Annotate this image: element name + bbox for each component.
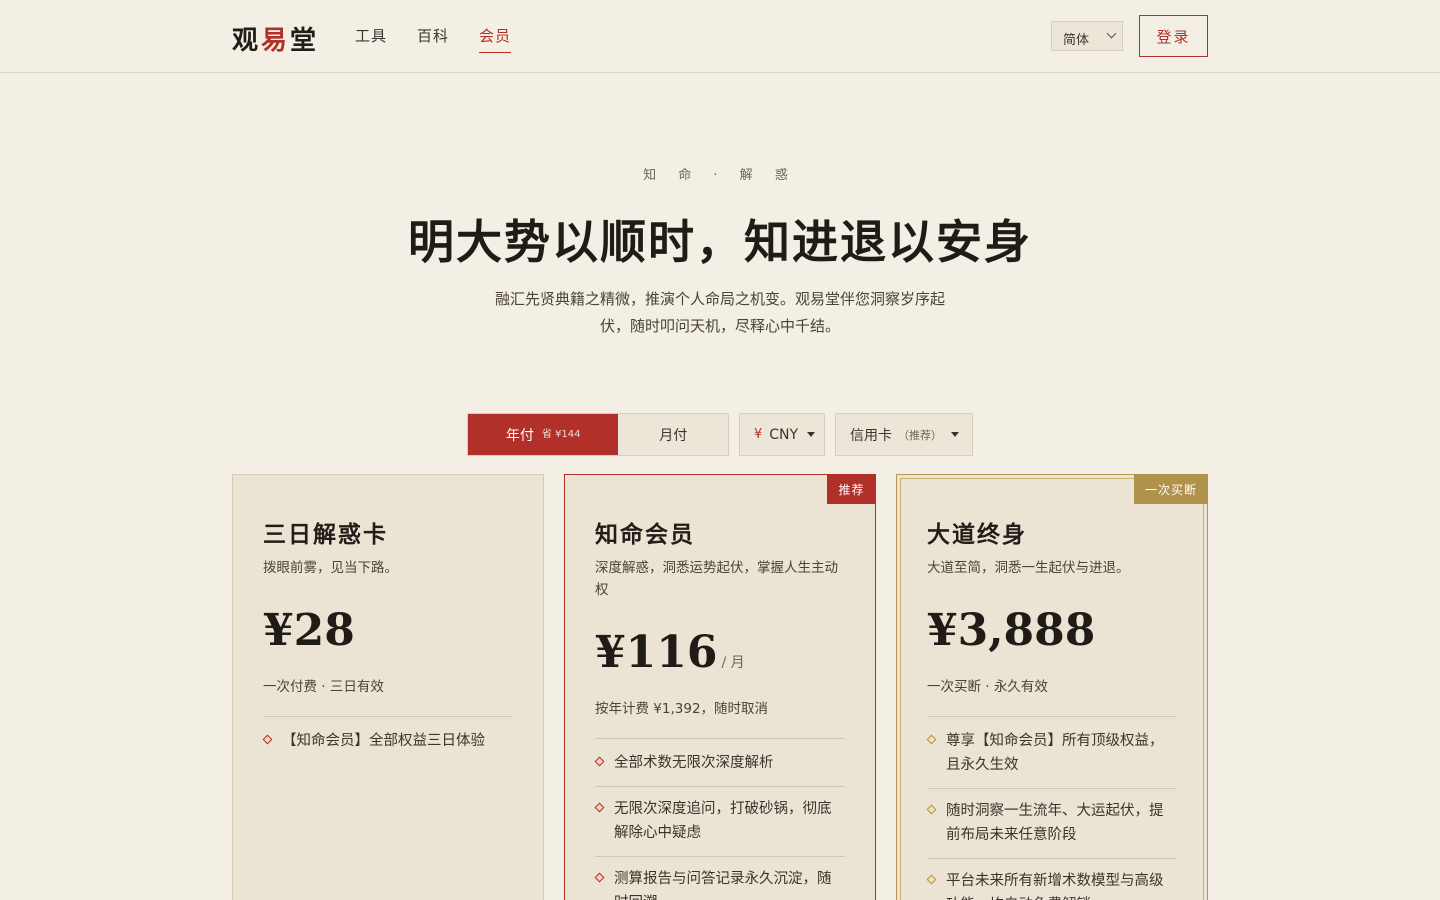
price-note: 一次买断 · 永久有效 (927, 679, 1048, 695)
login-button[interactable]: 登录 (1139, 15, 1208, 57)
plan-card-lifetime[interactable]: 一次买断 大道终身 大道至简，洞悉一生起伏与进退。 ¥3,888 一次买断 · … (896, 474, 1208, 900)
feature-item: 随时洞察一生流年、大运起伏，提前布局未来任意阶段 (926, 789, 1177, 859)
hero-title: 明大势以顺时，知进退以安身 (408, 215, 1032, 269)
plan-price: ¥116/ 月 (595, 627, 745, 678)
feature-text: 全部术数无限次深度解析 (614, 755, 774, 771)
feature-text: 尊享【知命会员】所有顶级权益，且永久生效 (946, 733, 1164, 773)
caret-down-icon (807, 432, 816, 437)
plan-desc: 大道至简，洞悉一生起伏与进退。 (927, 560, 1130, 576)
site-logo[interactable]: 观易堂 (232, 20, 319, 57)
plan-name: 三日解惑卡 (263, 521, 388, 548)
price-note: 按年计费 ¥1,392，随时取消 (595, 701, 769, 717)
main-nav: 工具 百科 会员 (355, 25, 512, 53)
plan-name: 大道终身 (927, 521, 1027, 548)
feature-text: 平台未来所有新增术数模型与高级功能，均自动免费解锁 (946, 873, 1164, 900)
diamond-bullet-icon (594, 872, 605, 883)
lifetime-badge: 一次买断 (1134, 474, 1208, 504)
feature-item: 尊享【知命会员】所有顶级权益，且永久生效 (926, 729, 1177, 789)
diamond-bullet-icon (594, 802, 605, 813)
plan-desc: 深度解惑，洞悉运势起伏，掌握人生主动权 (595, 560, 838, 598)
hero-subtitle: 融汇先贤典籍之精微，推演个人命局之机变。观易堂伴您洞察岁序起伏，随时叩问天机，尽… (495, 290, 946, 335)
feature-item: 【知命会员】全部权益三日体验 (262, 729, 513, 764)
billing-yearly-option[interactable]: 年付 省 ¥144 (468, 414, 619, 455)
currency-code: CNY (769, 426, 799, 443)
plan-card-trial[interactable]: 三日解惑卡 拨眼前雾，见当下路。 ¥28 一次付费 · 三日有效 【知命会员】全… (232, 474, 544, 900)
payment-method: 信用卡 (850, 427, 892, 444)
diamond-bullet-icon (926, 874, 937, 885)
price-note: 一次付费 · 三日有效 (263, 679, 384, 695)
feature-text: 随时洞察一生流年、大运起伏，提前布局未来任意阶段 (946, 803, 1164, 843)
currency-symbol: ¥ (754, 427, 763, 442)
price-value: ¥116 (595, 627, 718, 678)
card-divider (595, 738, 845, 739)
diamond-bullet-icon (926, 734, 937, 745)
billing-yearly-label: 年付 (505, 427, 534, 444)
billing-toggle: 年付 省 ¥144 月付 (467, 413, 729, 456)
nav-item-membership[interactable]: 会员 (479, 25, 512, 53)
plan-price: ¥3,888 (927, 605, 1095, 656)
feature-list: 尊享【知命会员】所有顶级权益，且永久生效 随时洞察一生流年、大运起伏，提前布局未… (926, 729, 1177, 900)
payment-hint: （推荐） (898, 428, 942, 442)
diamond-bullet-icon (594, 756, 605, 767)
nav-item-wiki[interactable]: 百科 (417, 25, 449, 53)
feature-item: 平台未来所有新增术数模型与高级功能，均自动免费解锁 (926, 859, 1177, 900)
card-divider (927, 716, 1177, 717)
site-header: 观易堂 工具 百科 会员 简体 登录 (0, 0, 1440, 73)
price-value: ¥3,888 (927, 605, 1096, 656)
feature-text: 测算报告与问答记录永久沉淀，随时回溯 (614, 871, 832, 900)
plan-desc: 拨眼前雾，见当下路。 (263, 560, 398, 576)
currency-select[interactable]: ¥ CNY (739, 413, 825, 456)
logo-char: 观 (232, 26, 262, 56)
feature-text: 无限次深度追问，打破砂锅，彻底解除心中疑虑 (614, 801, 832, 841)
nav-item-tools[interactable]: 工具 (355, 25, 387, 53)
price-unit: / 月 (721, 655, 745, 671)
hero-eyebrow: 知 命 · 解 惑 (643, 168, 797, 183)
price-value: ¥28 (263, 605, 355, 656)
plan-card-member[interactable]: 推荐 知命会员 深度解惑，洞悉运势起伏，掌握人生主动权 ¥116/ 月 按年计费… (564, 474, 876, 900)
payment-method-select[interactable]: 信用卡 （推荐） (835, 413, 973, 456)
plan-name: 知命会员 (595, 521, 695, 548)
caret-down-icon (951, 432, 959, 437)
card-divider (263, 716, 513, 717)
feature-item: 测算报告与问答记录永久沉淀，随时回溯 (594, 857, 845, 900)
feature-text: 【知命会员】全部权益三日体验 (282, 733, 485, 749)
feature-item: 全部术数无限次深度解析 (594, 751, 845, 787)
diamond-bullet-icon (262, 734, 273, 745)
logo-char-accent: 易 (261, 26, 291, 56)
billing-monthly-option[interactable]: 月付 (618, 414, 728, 455)
feature-list: 全部术数无限次深度解析 无限次深度追问，打破砂锅，彻底解除心中疑虑 测算报告与问… (594, 751, 845, 900)
diamond-bullet-icon (926, 804, 937, 815)
plan-price: ¥28 (263, 605, 355, 656)
recommended-badge: 推荐 (827, 474, 876, 504)
language-value: 简体 (1063, 33, 1090, 48)
logo-char: 堂 (290, 26, 320, 56)
yearly-save-badge: 省 ¥144 (541, 429, 581, 440)
feature-list: 【知命会员】全部权益三日体验 (262, 729, 513, 764)
language-select[interactable]: 简体 (1051, 21, 1123, 51)
feature-item: 无限次深度追问，打破砂锅，彻底解除心中疑虑 (594, 787, 845, 857)
chevron-down-icon (1106, 28, 1117, 39)
